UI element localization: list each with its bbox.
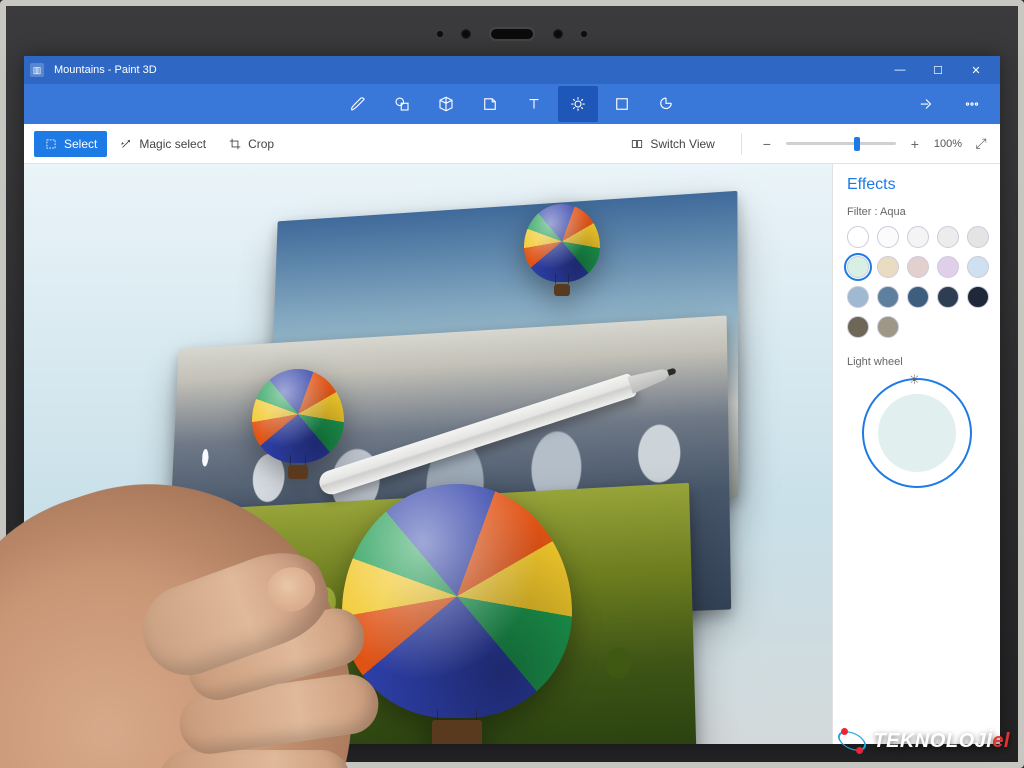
windows-hello-camera [489,27,535,41]
magic-select-icon [119,137,133,151]
filter-swatch[interactable] [907,256,929,278]
paint3d-window: ▥ Mountains - Paint 3D — ☐ ✕ [24,56,1000,744]
switch-view-button[interactable]: Switch View [620,131,724,157]
light-wheel-label: Light wheel [847,356,986,368]
watermark-logo-icon [837,726,867,756]
toolbar-divider [741,133,742,155]
filter-label: Filter : Aqua [847,206,986,218]
minimize-button[interactable]: — [882,59,918,81]
sun-icon[interactable]: ☀ [909,372,925,388]
filter-swatch[interactable] [907,286,929,308]
filter-swatch[interactable] [907,226,929,248]
mic-hole [553,29,563,39]
watermark-text: TEKNOLOJİel [873,730,1010,753]
crop-label: Crop [248,137,274,151]
filter-swatch[interactable] [847,256,869,278]
workspace: Effects Filter : Aqua Light wheel ☀ [24,164,1000,744]
tool-bar: Select Magic select Crop Switch View − [24,124,1000,164]
tablet-bezel: ▥ Mountains - Paint 3D — ☐ ✕ [0,0,1024,768]
ir-sensor [437,31,443,37]
zoom-out-button[interactable]: − [758,135,776,153]
text-mode[interactable] [514,86,554,122]
app-menu-icon[interactable]: ▥ [30,63,44,77]
effects-title: Effects [847,176,986,194]
zoom-slider[interactable] [786,142,896,145]
remix-button[interactable] [906,86,946,122]
filter-swatch[interactable] [967,226,989,248]
more-button[interactable] [952,86,992,122]
2d-shapes-mode[interactable] [382,86,422,122]
fit-screen-button[interactable]: ⤢ [972,135,990,153]
crop-tool[interactable]: Crop [218,131,284,157]
zoom-thumb[interactable] [854,137,860,151]
light-wheel-inner [878,394,956,472]
watermark: TEKNOLOJİel [837,726,1010,756]
filter-swatch[interactable] [847,316,869,338]
balloon-far[interactable] [524,204,600,304]
filter-swatch[interactable] [967,286,989,308]
select-tool[interactable]: Select [34,131,107,157]
front-camera [461,29,471,39]
light-sensor [581,31,587,37]
window-controls: — ☐ ✕ [882,59,994,81]
close-button[interactable]: ✕ [958,59,994,81]
select-icon [44,137,58,151]
filter-swatch[interactable] [877,226,899,248]
switch-view-label: Switch View [650,137,714,151]
filter-swatches [847,226,986,338]
title-bar: ▥ Mountains - Paint 3D — ☐ ✕ [24,56,1000,84]
magic-select-tool[interactable]: Magic select [109,131,216,157]
select-label: Select [64,137,97,151]
filter-swatch[interactable] [967,256,989,278]
crop-icon [228,137,242,151]
filter-swatch[interactable] [847,286,869,308]
insert-mode[interactable] [646,86,686,122]
balloon-near[interactable] [342,484,572,744]
effects-mode[interactable] [558,86,598,122]
effects-panel: Effects Filter : Aqua Light wheel ☀ [832,164,1000,744]
filter-swatch[interactable] [877,316,899,338]
magic-select-label: Magic select [139,137,206,151]
window-title: Mountains - Paint 3D [54,64,157,76]
brushes-mode[interactable] [338,86,378,122]
filter-swatch[interactable] [937,226,959,248]
filter-swatch[interactable] [847,226,869,248]
stickers-mode[interactable] [470,86,510,122]
filter-swatch[interactable] [937,256,959,278]
filter-swatch[interactable] [877,286,899,308]
zoom-value: 100% [934,138,962,150]
mode-bar [24,84,1000,124]
maximize-button[interactable]: ☐ [920,59,956,81]
zoom-in-button[interactable]: + [906,135,924,153]
canvas-mode[interactable] [602,86,642,122]
camera-bar [6,16,1018,52]
filter-swatch[interactable] [937,286,959,308]
switch-view-icon [630,137,644,151]
filter-swatch[interactable] [877,256,899,278]
light-wheel[interactable]: ☀ [862,378,972,488]
3d-shapes-mode[interactable] [426,86,466,122]
